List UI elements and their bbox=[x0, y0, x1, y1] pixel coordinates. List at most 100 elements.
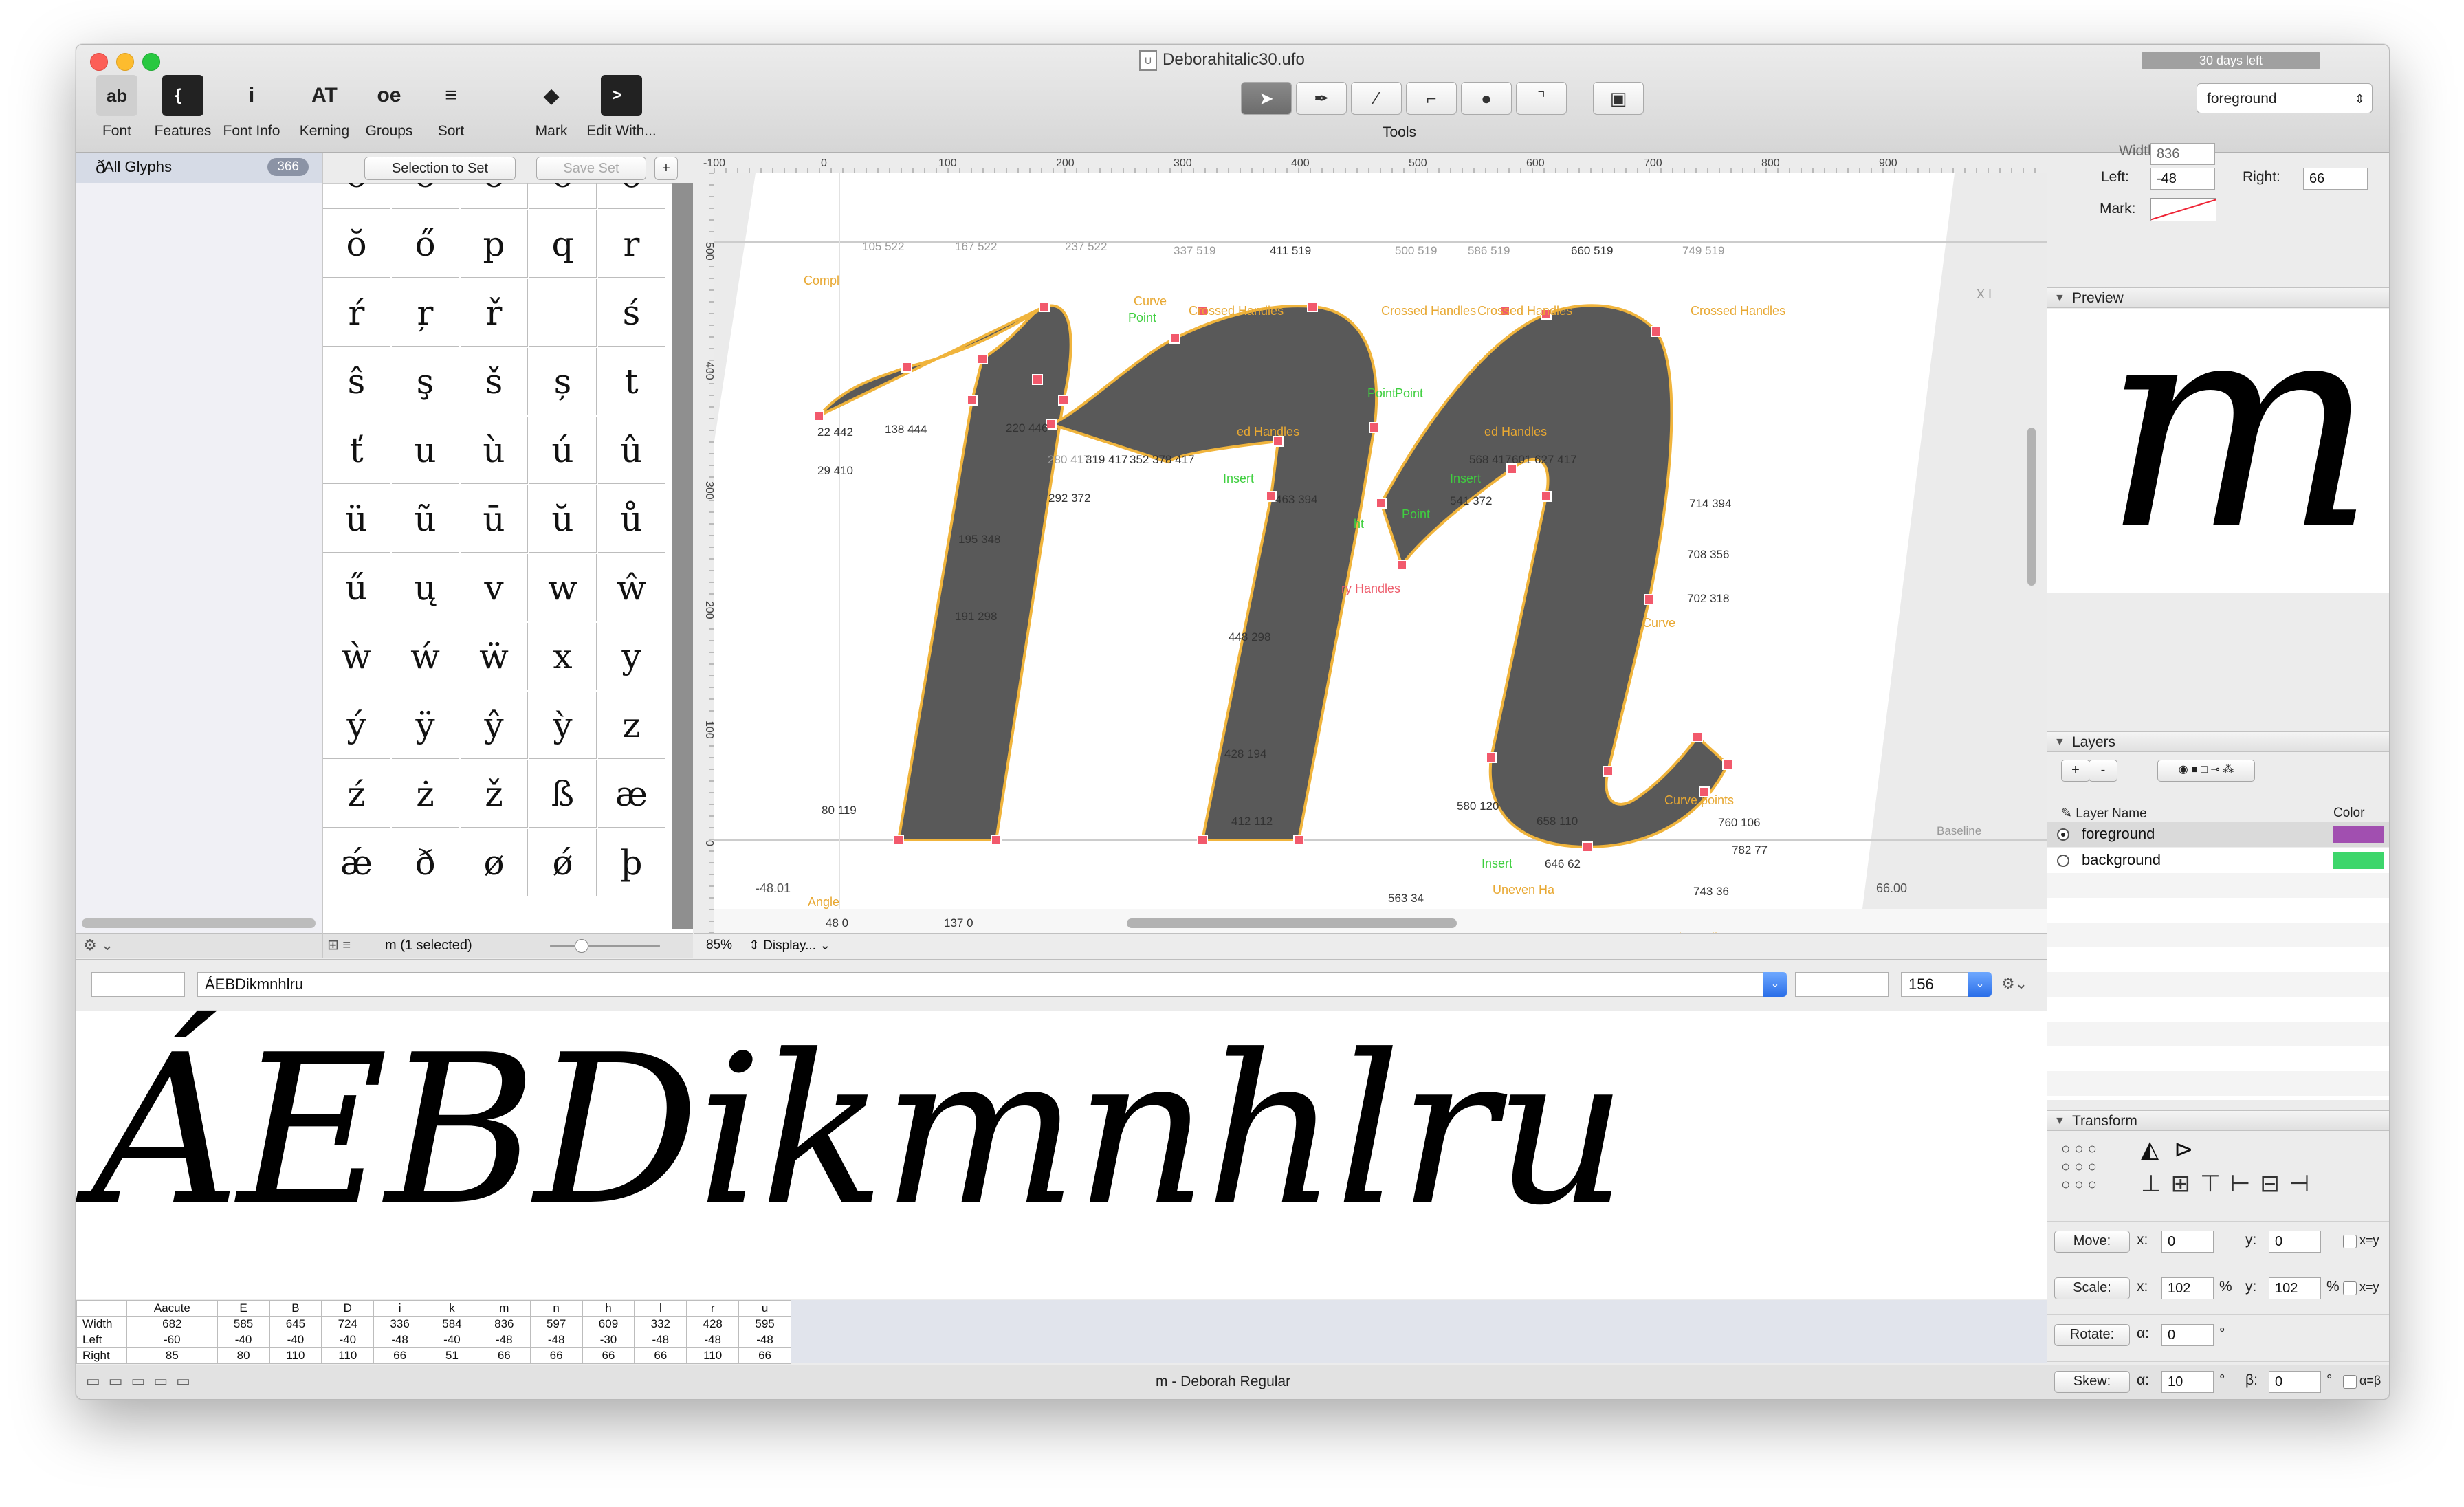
add-set-button[interactable]: + bbox=[654, 157, 678, 180]
ruler-tool-icon[interactable]: ⌐ bbox=[1406, 82, 1457, 115]
shapes-tool-icon[interactable]: ● bbox=[1461, 82, 1512, 115]
outline-point[interactable] bbox=[1307, 301, 1318, 312]
layer-row-background[interactable]: background bbox=[2047, 848, 2389, 873]
metrics-column-header[interactable]: i bbox=[373, 1300, 427, 1317]
glyph-canvas[interactable]: -100 0 100 200 300 400 500 600 700 800 900 500 400 3… bbox=[694, 153, 2047, 958]
glyph-cell[interactable]: ő bbox=[392, 210, 459, 278]
metrics-cell[interactable]: 80 bbox=[217, 1348, 270, 1364]
glyph-cell[interactable]: p bbox=[461, 210, 528, 278]
glyph-cell[interactable]: ù bbox=[461, 417, 528, 484]
outline-point[interactable] bbox=[967, 395, 978, 406]
metrics-column-header[interactable]: r bbox=[686, 1300, 740, 1317]
glyph-cell[interactable]: ō bbox=[598, 183, 666, 209]
glyph-cell[interactable]: ð bbox=[392, 829, 459, 896]
metrics-cell[interactable]: -40 bbox=[217, 1332, 270, 1348]
toolbar-features-button[interactable]: {_ Features bbox=[145, 75, 221, 140]
metrics-cell[interactable]: -30 bbox=[582, 1332, 635, 1348]
glyph-cell[interactable]: ŭ bbox=[529, 485, 597, 553]
align-icons[interactable]: ⊥⊞⊤⊢⊟⊣ bbox=[2141, 1170, 2319, 1198]
metrics-column-header[interactable]: n bbox=[529, 1300, 583, 1317]
metrics-cell[interactable]: -48 bbox=[373, 1332, 427, 1348]
outline-point[interactable] bbox=[1603, 766, 1614, 777]
glyph-cell[interactable]: ŷ bbox=[461, 692, 528, 759]
metrics-cell[interactable]: -40 bbox=[269, 1332, 322, 1348]
glyph-cell[interactable]: x bbox=[529, 623, 597, 690]
add-layer-button[interactable]: + bbox=[2061, 760, 2090, 782]
rotate-first-input[interactable]: 0 bbox=[2162, 1324, 2214, 1346]
skew-second-input[interactable]: 0 bbox=[2269, 1371, 2321, 1393]
metrics-cell[interactable]: 85 bbox=[126, 1348, 218, 1364]
move-lock-checkbox[interactable] bbox=[2343, 1235, 2357, 1248]
scale-button[interactable]: Scale: bbox=[2054, 1277, 2130, 1299]
metrics-cell[interactable]: 51 bbox=[426, 1348, 478, 1364]
glyph-cell[interactable]: q bbox=[529, 210, 597, 278]
glyph-cell[interactable]: û bbox=[598, 417, 666, 484]
glyph-cell[interactable]: ŗ bbox=[392, 279, 459, 346]
outline-point[interactable] bbox=[1582, 842, 1593, 852]
layer-color-swatch[interactable] bbox=[2333, 826, 2384, 843]
glyph-cell[interactable]: ú bbox=[529, 417, 597, 484]
metrics-cell[interactable]: 110 bbox=[269, 1348, 322, 1364]
size-combo-button[interactable]: ⌄ bbox=[1968, 972, 1992, 997]
outline-point[interactable] bbox=[1486, 752, 1497, 763]
display-menu[interactable]: ⇕ Display... ⌄ bbox=[749, 938, 830, 954]
text-input[interactable]: ÁEBDikmnhlru bbox=[197, 972, 1763, 997]
move-first-input[interactable]: 0 bbox=[2162, 1231, 2214, 1253]
glyph-cell[interactable]: ž bbox=[461, 760, 528, 828]
canvas-vertical-scrollbar[interactable] bbox=[2027, 428, 2036, 586]
outline-point[interactable] bbox=[977, 353, 988, 364]
remove-layer-button[interactable]: - bbox=[2089, 760, 2118, 782]
glyph-cell[interactable]: ű bbox=[323, 554, 390, 622]
outline-point[interactable] bbox=[1376, 498, 1387, 509]
metrics-cell[interactable]: 585 bbox=[217, 1316, 270, 1332]
outline-point[interactable] bbox=[991, 835, 1002, 846]
glyph-cell[interactable]: ü bbox=[323, 485, 390, 553]
toolbar-font-button[interactable]: ab Font bbox=[79, 75, 155, 140]
metrics-cell[interactable]: 66 bbox=[373, 1348, 427, 1364]
scale-lock-checkbox[interactable] bbox=[2343, 1282, 2357, 1295]
glyph-cell[interactable]: ẅ bbox=[461, 623, 528, 690]
glyph-cell[interactable]: ÿ bbox=[392, 692, 459, 759]
metrics-cell[interactable]: 724 bbox=[321, 1316, 375, 1332]
cell-size-slider[interactable] bbox=[550, 939, 660, 953]
metrics-cell[interactable]: 66 bbox=[738, 1348, 791, 1364]
pointer-tool-icon[interactable]: ➤ bbox=[1241, 82, 1292, 115]
metrics-cell[interactable]: 66 bbox=[477, 1348, 531, 1364]
glyph-cell[interactable]: ẃ bbox=[392, 623, 459, 690]
transform-origin-grid-icon[interactable]: ○○○ ○○○ ○○○ bbox=[2061, 1140, 2116, 1195]
glyph-cell[interactable]: y bbox=[598, 623, 666, 690]
metrics-column-header[interactable]: l bbox=[634, 1300, 688, 1317]
scale-second-input[interactable]: 102 bbox=[2269, 1277, 2321, 1299]
glyph-editor-canvas[interactable]: -100 0 100 200 300 400 500 600 700 800 900 500 400 3… bbox=[694, 153, 2047, 934]
glyph-cell[interactable]: ỳ bbox=[529, 692, 597, 759]
glyph-cell[interactable]: ŏ bbox=[323, 210, 390, 278]
outline-point[interactable] bbox=[1039, 301, 1050, 312]
glyph-cell[interactable]: ż bbox=[392, 760, 459, 828]
metrics-cell[interactable]: 595 bbox=[738, 1316, 791, 1332]
metrics-cell[interactable]: 682 bbox=[126, 1316, 218, 1332]
corner-tool-icon[interactable]: ⌝ bbox=[1516, 82, 1567, 115]
toolbar-mark-button[interactable]: ◆ Mark bbox=[514, 75, 589, 140]
layer-radio[interactable] bbox=[2057, 828, 2069, 841]
metrics-cell[interactable]: 584 bbox=[426, 1316, 478, 1332]
zoom-level[interactable]: 85% bbox=[706, 938, 732, 953]
close-window-button[interactable] bbox=[90, 53, 108, 71]
outline-point[interactable] bbox=[1369, 422, 1380, 433]
flip-horizontal-icon[interactable]: ◭ bbox=[2141, 1136, 2159, 1163]
left-margin-input[interactable]: -48 bbox=[2150, 168, 2215, 190]
glyph-cell[interactable]: r bbox=[598, 210, 666, 278]
gear-icon[interactable]: ⚙ ⌄ bbox=[83, 936, 113, 954]
glyph-cell[interactable]: ũ bbox=[392, 485, 459, 553]
glyph-cell[interactable]: ų bbox=[392, 554, 459, 622]
metrics-column-header[interactable]: B bbox=[269, 1300, 322, 1317]
glyph-cell[interactable]: v bbox=[461, 554, 528, 622]
toolbar-font-info-button[interactable]: i Font Info bbox=[214, 75, 289, 140]
outline-point[interactable] bbox=[1266, 491, 1277, 502]
glyph-cell[interactable]: ś bbox=[598, 279, 666, 346]
canvas-horizontal-scrollbar[interactable] bbox=[1127, 918, 1457, 928]
layer-display-toggles[interactable]: ◉ ■ □ ⊸ ⁂ bbox=[2157, 760, 2255, 782]
layers-toggle-icon[interactable]: ▣ bbox=[1593, 82, 1644, 115]
metrics-column-header[interactable]: E bbox=[217, 1300, 270, 1317]
metrics-cell[interactable]: -48 bbox=[738, 1332, 791, 1348]
glyph-cell[interactable]: w bbox=[529, 554, 597, 622]
